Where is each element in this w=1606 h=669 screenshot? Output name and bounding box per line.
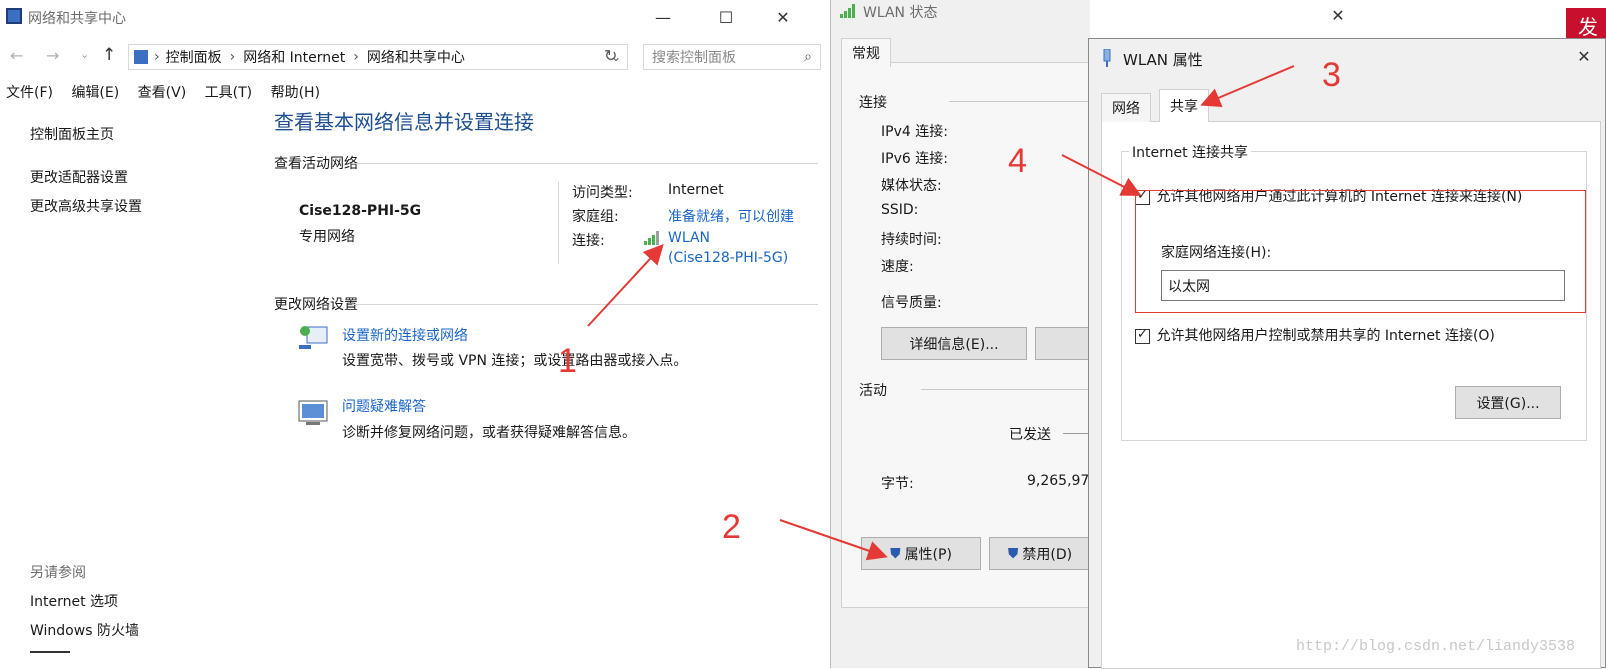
annotation-number-3: 3 [1322,56,1341,94]
arrow-4 [1061,154,1142,196]
watermark: http://blog.csdn.net/liandy3538 [1296,638,1576,655]
arrow-1 [587,244,664,327]
annotation-number-4: 4 [1008,142,1027,180]
annotation-number-2: 2 [722,508,741,546]
annotation-arrows [587,65,1295,561]
arrow-3 [1200,65,1295,107]
arrow-2 [779,519,888,561]
annotation-number-1: 1 [558,342,577,380]
